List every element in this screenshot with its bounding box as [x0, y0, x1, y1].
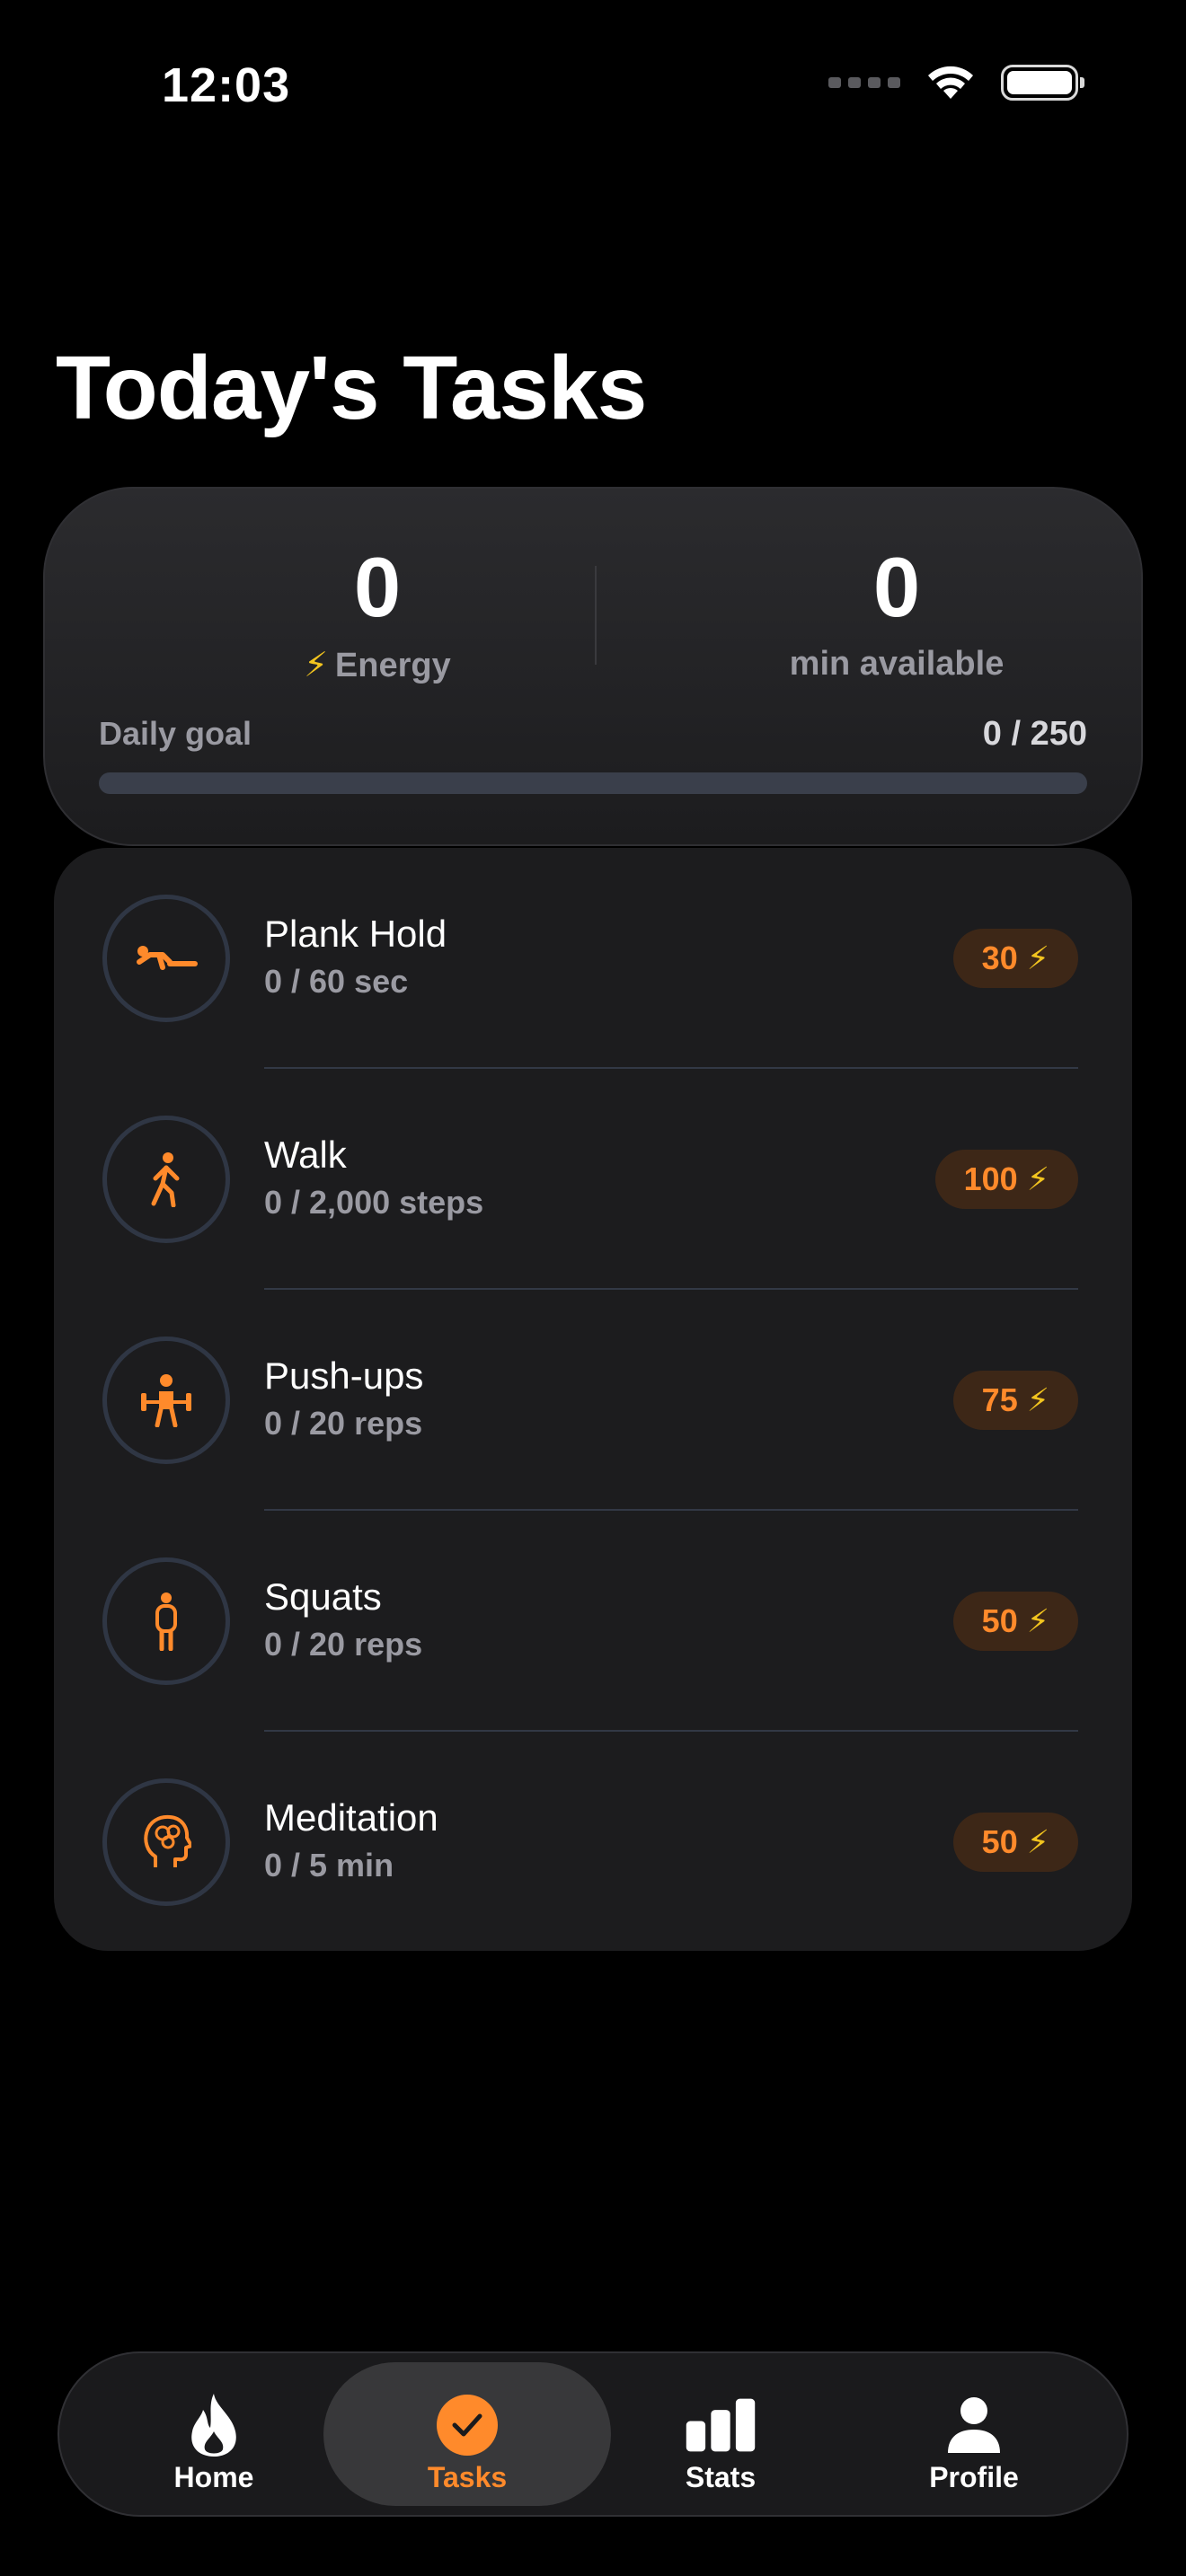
task-name: Plank Hold: [264, 913, 447, 955]
daily-goal-label: Daily goal: [99, 715, 252, 752]
task-list: Plank Hold 0 / 60 sec 30 ⚡ Walk 0 / 2,000…: [54, 848, 1132, 1951]
wifi-icon: [928, 66, 973, 99]
stat-divider: [595, 566, 597, 665]
reward-badge: 30 ⚡: [952, 929, 1078, 988]
reward-badge: 75 ⚡: [952, 1371, 1078, 1430]
status-bar: 12:03: [0, 0, 1186, 171]
reward-value: 75: [981, 1381, 1018, 1418]
tab-label: Stats: [685, 2461, 757, 2493]
cellular-signal-icon: [828, 77, 900, 88]
lightning-icon: ⚡: [1026, 1602, 1049, 1639]
tab-stats[interactable]: Stats: [577, 2362, 864, 2506]
tab-bar: Home Tasks Stats Profile: [58, 2351, 1128, 2517]
task-row-meditation[interactable]: Meditation 0 / 5 min 50 ⚡: [54, 1732, 1132, 1953]
plank-icon: [102, 895, 230, 1022]
reward-badge: 50 ⚡: [952, 1813, 1078, 1872]
task-row-push-ups[interactable]: Push-ups 0 / 20 reps 75 ⚡: [54, 1290, 1132, 1511]
task-progress: 0 / 20 reps: [264, 1405, 423, 1442]
status-icons: [828, 63, 1084, 102]
task-row-walk[interactable]: Walk 0 / 2,000 steps 100 ⚡: [54, 1069, 1132, 1290]
task-progress: 0 / 20 reps: [264, 1626, 423, 1663]
minutes-value: 0: [872, 540, 921, 634]
energy-label: ⚡ Energy: [189, 645, 566, 685]
reward-value: 50: [981, 1602, 1018, 1639]
task-row-plank-hold[interactable]: Plank Hold 0 / 60 sec 30 ⚡: [54, 848, 1132, 1069]
status-time: 12:03: [162, 58, 291, 112]
page-title: Today's Tasks: [56, 338, 647, 438]
energy-value: 0: [353, 540, 402, 634]
minutes-label: min available: [789, 645, 1005, 683]
daily-goal-row: Daily goal 0 / 250: [99, 715, 1087, 754]
brain-head-icon: [102, 1778, 230, 1906]
energy-stat: 0 ⚡ Energy: [189, 543, 566, 685]
reward-value: 50: [981, 1823, 1018, 1860]
check-circle-icon: [431, 2389, 503, 2461]
person-standing-icon: [102, 1557, 230, 1685]
task-name: Squats: [264, 1575, 382, 1618]
flame-icon: [178, 2389, 250, 2461]
task-progress: 0 / 2,000 steps: [264, 1184, 484, 1221]
task-progress: 0 / 5 min: [264, 1847, 394, 1883]
tab-label: Profile: [929, 2461, 1019, 2493]
bar-chart-icon: [685, 2389, 757, 2461]
tab-tasks[interactable]: Tasks: [323, 2362, 611, 2506]
energy-label-text: Energy: [334, 647, 451, 684]
person-icon: [938, 2389, 1010, 2461]
battery-icon: [1001, 65, 1084, 101]
daily-goal-value: 0 / 250: [982, 715, 1087, 753]
lightning-icon: ⚡: [1026, 1160, 1049, 1197]
daily-goal-progress-bar: [99, 772, 1087, 794]
tab-label: Home: [173, 2461, 254, 2493]
task-row-squats[interactable]: Squats 0 / 20 reps 50 ⚡: [54, 1511, 1132, 1732]
lightning-icon: ⚡: [1026, 940, 1049, 976]
reward-value: 30: [981, 940, 1018, 976]
energy-summary-card: 0 ⚡ Energy 0 min available Daily goal 0 /…: [43, 487, 1143, 846]
minutes-stat: 0 min available: [708, 543, 1085, 684]
lightning-icon: ⚡: [1026, 1381, 1049, 1418]
task-progress: 0 / 60 sec: [264, 963, 409, 1000]
task-name: Meditation: [264, 1796, 438, 1839]
reward-badge: 50 ⚡: [952, 1592, 1078, 1651]
tab-home[interactable]: Home: [70, 2362, 358, 2506]
reward-value: 100: [963, 1160, 1018, 1197]
tab-label: Tasks: [427, 2461, 508, 2493]
tab-profile[interactable]: Profile: [830, 2362, 1118, 2506]
task-name: Walk: [264, 1134, 347, 1176]
lightning-icon: ⚡: [304, 647, 328, 684]
reward-badge: 100 ⚡: [934, 1150, 1078, 1209]
weightlifting-icon: [102, 1337, 230, 1464]
lightning-icon: ⚡: [1026, 1823, 1049, 1860]
task-name: Push-ups: [264, 1354, 424, 1397]
walk-icon: [102, 1116, 230, 1243]
